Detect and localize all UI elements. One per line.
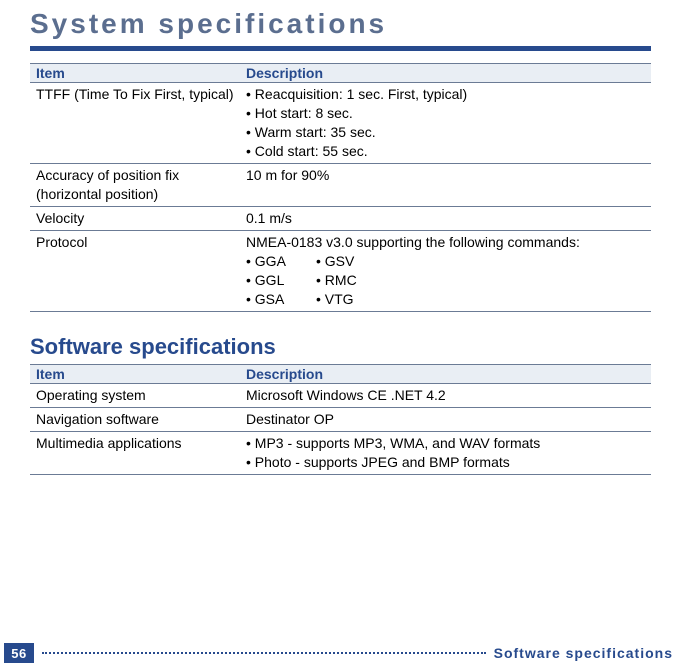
cell-item: Navigation software bbox=[30, 408, 240, 432]
page-footer: 56 Software specifications bbox=[0, 643, 681, 663]
table-row: Operating system Microsoft Windows CE .N… bbox=[30, 384, 651, 408]
table-row: Velocity 0.1 m/s bbox=[30, 207, 651, 231]
section-title-software: Software specifications bbox=[30, 334, 651, 360]
cell-desc: 0.1 m/s bbox=[240, 207, 651, 231]
system-spec-table: Item Description TTFF (Time To Fix First… bbox=[30, 63, 651, 312]
table-row: Protocol NMEA-0183 v3.0 supporting the f… bbox=[30, 231, 651, 312]
page-number: 56 bbox=[4, 643, 34, 663]
cell-item: Velocity bbox=[30, 207, 240, 231]
cell-item: Multimedia applications bbox=[30, 432, 240, 475]
cell-desc: • Reacquisition: 1 sec. First, typical) … bbox=[240, 83, 651, 164]
col-header-item: Item bbox=[30, 64, 240, 83]
col-header-desc: Description bbox=[240, 365, 651, 384]
col-header-desc: Description bbox=[240, 64, 651, 83]
cell-desc: • MP3 - supports MP3, WMA, and WAV forma… bbox=[240, 432, 651, 475]
cell-item: Accuracy of position fix (horizontal pos… bbox=[30, 164, 240, 207]
cell-item: Operating system bbox=[30, 384, 240, 408]
cell-item: TTFF (Time To Fix First, typical) bbox=[30, 83, 240, 164]
cell-desc: 10 m for 90% bbox=[240, 164, 651, 207]
footer-section-label: Software specifications bbox=[494, 645, 673, 661]
cell-desc: NMEA-0183 v3.0 supporting the following … bbox=[240, 231, 651, 312]
cell-desc: Microsoft Windows CE .NET 4.2 bbox=[240, 384, 651, 408]
cell-item: Protocol bbox=[30, 231, 240, 312]
table-row: Navigation software Destinator OP bbox=[30, 408, 651, 432]
chapter-title: System specifications bbox=[30, 6, 651, 51]
footer-dots bbox=[42, 652, 486, 654]
table-row: Multimedia applications • MP3 - supports… bbox=[30, 432, 651, 475]
page: System specifications Item Description T… bbox=[0, 0, 681, 475]
chapter-bar: System specifications bbox=[30, 0, 651, 51]
software-spec-table: Item Description Operating system Micros… bbox=[30, 364, 651, 475]
cell-desc: Destinator OP bbox=[240, 408, 651, 432]
table-row: TTFF (Time To Fix First, typical) • Reac… bbox=[30, 83, 651, 164]
col-header-item: Item bbox=[30, 365, 240, 384]
table-row: Accuracy of position fix (horizontal pos… bbox=[30, 164, 651, 207]
